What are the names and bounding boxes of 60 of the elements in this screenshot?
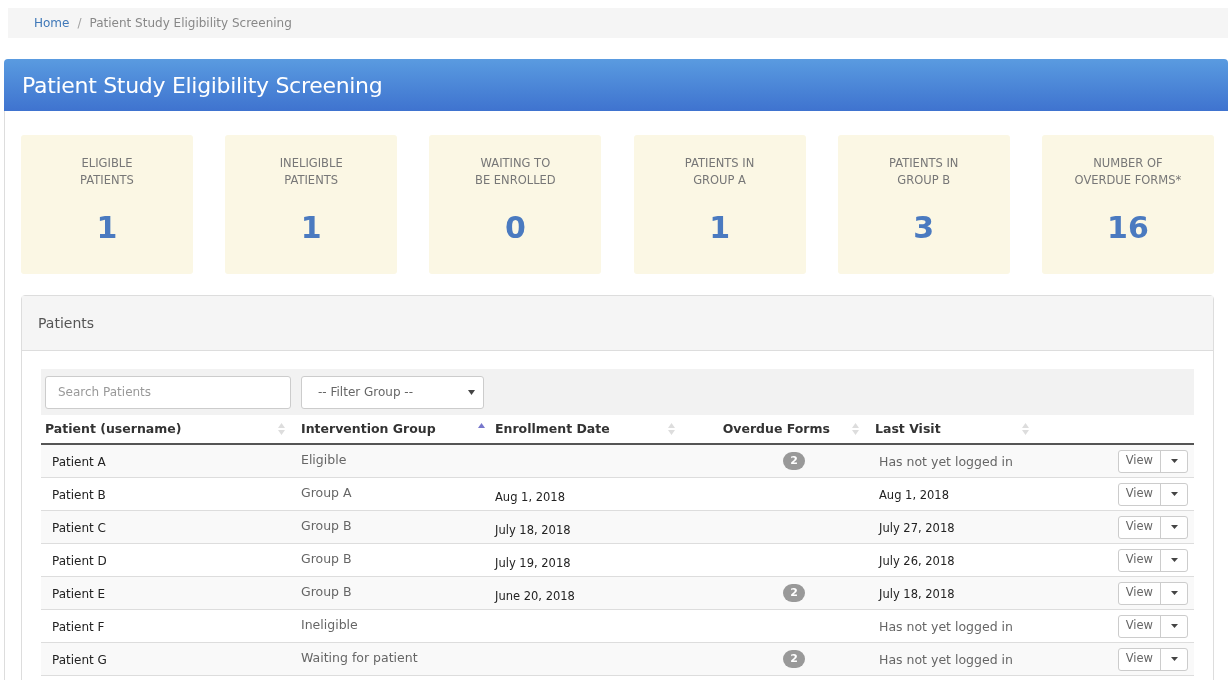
column-header[interactable]: Overdue Forms xyxy=(722,419,830,439)
column-header[interactable]: Enrollment Date xyxy=(495,419,610,439)
column-header[interactable]: Patient (username) xyxy=(45,419,182,439)
table-cell: Group B xyxy=(301,551,352,566)
table-cell: Group A xyxy=(301,485,352,500)
stat-label: ELIGIBLE PATIENTS xyxy=(80,155,134,189)
table-cell: Has not yet logged in xyxy=(879,454,1013,469)
stat-value: 3 xyxy=(913,209,935,247)
caret-icon xyxy=(1170,624,1178,628)
stat-label: NUMBER OF OVERDUE FORMS* xyxy=(1074,155,1182,189)
table-cell-text: Aug 1, 2018 xyxy=(879,487,949,504)
count-badge: 2 xyxy=(783,650,805,668)
patient-name: Patient B xyxy=(52,488,106,502)
count-badge: 2 xyxy=(783,452,805,470)
stat-value: 1 xyxy=(96,209,118,247)
home-link[interactable]: Home xyxy=(34,14,70,32)
patient-name: Patient G xyxy=(52,653,107,667)
caret-icon xyxy=(1170,525,1178,529)
stat-value: 1 xyxy=(300,209,322,247)
column-header[interactable]: Last Visit xyxy=(875,419,941,439)
table-cell-text: July 27, 2018 xyxy=(879,520,955,537)
table-cell: July 19, 2018 xyxy=(495,556,571,570)
table-cell: Eligible xyxy=(301,452,347,467)
table-cell-text: July 18, 2018 xyxy=(879,586,955,603)
caret-icon xyxy=(1170,591,1178,595)
table-cell-text: July 26, 2018 xyxy=(879,553,955,570)
stat-value: 1 xyxy=(709,209,730,247)
table-cell: Ineligible xyxy=(301,617,358,632)
patient-name: Patient F xyxy=(52,620,105,634)
filter-dropdown[interactable]: -- Filter Group -- xyxy=(301,375,484,409)
table-cell: June 20, 2018 xyxy=(495,589,575,603)
table-cell: Has not yet logged in xyxy=(879,619,1013,634)
count-badge: 2 xyxy=(783,584,805,602)
patient-name: Patient A xyxy=(52,455,106,469)
stat-label: INELIGIBLE PATIENTS xyxy=(279,155,343,189)
search-field[interactable]: Search Patients xyxy=(45,375,291,409)
stat-value: 16 xyxy=(1107,209,1149,247)
table-cell: Waiting for patient xyxy=(301,650,418,665)
stat-label: PATIENTS IN GROUP B xyxy=(889,155,959,189)
table-cell: Has not yet logged in xyxy=(879,652,1013,667)
table-cell: Aug 1, 2018 xyxy=(495,490,565,504)
caret-icon xyxy=(1170,492,1178,496)
page-title: Patient Study Eligibility Screening xyxy=(22,71,383,100)
caret-icon xyxy=(1170,558,1178,562)
caret-icon xyxy=(468,389,475,395)
patient-name: Patient E xyxy=(52,587,106,601)
table-cell: Group B xyxy=(301,584,352,599)
patient-name: Patient D xyxy=(52,554,107,568)
stat-label: WAITING TO BE ENROLLED xyxy=(475,155,556,189)
column-header[interactable]: Intervention Group xyxy=(301,419,436,439)
caret-icon xyxy=(1170,657,1178,661)
stat-value: 0 xyxy=(504,209,526,247)
breadcrumb-separator: / xyxy=(77,15,82,32)
table-cell: Group B xyxy=(301,518,352,533)
stat-label: PATIENTS IN GROUP A xyxy=(684,155,755,189)
panel-heading: Patients xyxy=(38,313,95,333)
caret-icon xyxy=(1170,459,1178,463)
patient-name: Patient C xyxy=(52,521,106,535)
breadcrumb-current: Patient Study Eligibility Screening xyxy=(89,15,292,32)
table-cell: July 18, 2018 xyxy=(495,523,571,537)
